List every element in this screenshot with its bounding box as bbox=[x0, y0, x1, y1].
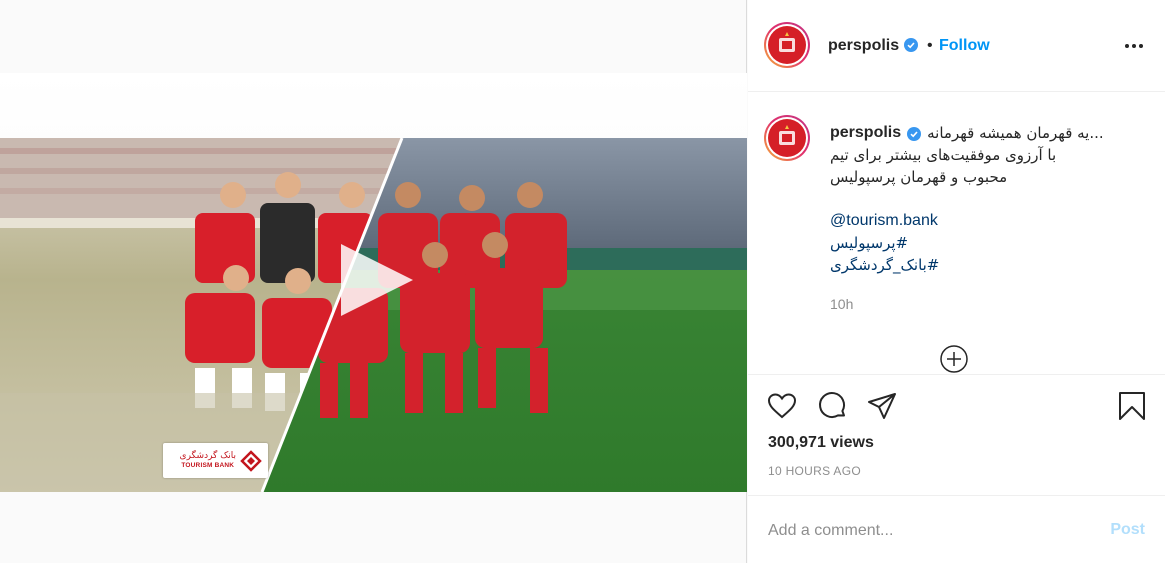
heart-icon[interactable] bbox=[766, 390, 798, 422]
actions-section: 300,971 views 10 HOURS AGO bbox=[748, 376, 1165, 496]
comment-input[interactable] bbox=[768, 519, 1088, 543]
caption-line-3: محبوب و قهرمان پرسپولیس bbox=[830, 168, 1008, 186]
verified-badge-icon bbox=[904, 38, 918, 52]
comment-icon[interactable] bbox=[817, 390, 849, 422]
caption-line-1: ...یه قهرمان همیشه قهرمانه bbox=[927, 124, 1104, 142]
verified-badge-icon bbox=[907, 126, 922, 141]
view-count[interactable]: 300,971 views bbox=[768, 434, 874, 452]
comment-box: Post bbox=[748, 497, 1165, 563]
bank-emblem-icon bbox=[240, 449, 262, 472]
caption-username[interactable]: perspolis bbox=[830, 122, 901, 144]
follow-button[interactable]: Follow bbox=[939, 37, 990, 55]
username[interactable]: perspolis bbox=[828, 37, 899, 55]
mention-link[interactable]: @tourism.bank bbox=[830, 210, 1150, 232]
post-timestamp[interactable]: 10 HOURS AGO bbox=[768, 464, 861, 478]
post-header: perspolis • Follow bbox=[748, 0, 1165, 92]
bank-logo-persian-text: بانک گردشگری bbox=[179, 450, 236, 461]
bookmark-icon[interactable] bbox=[1116, 390, 1148, 422]
tourism-bank-logo: بانک گردشگری TOURISM BANK bbox=[163, 443, 268, 478]
hashtag-link-1[interactable]: #پرسپولیس bbox=[830, 232, 1150, 254]
hashtag-link-2[interactable]: #بانک_گردشگری bbox=[830, 254, 1150, 276]
more-options-icon[interactable] bbox=[1123, 36, 1145, 56]
add-circle-icon[interactable] bbox=[939, 344, 969, 374]
avatar[interactable] bbox=[764, 22, 810, 68]
perspolis-logo bbox=[768, 119, 806, 157]
caption-line-2: با آرزوی موفقیت‌های بیشتر برای تیم bbox=[830, 146, 1057, 164]
caption-section: perspolis ...یه قهرمان همیشه قهرمانه با … bbox=[748, 92, 1165, 375]
post-comment-button[interactable]: Post bbox=[1110, 521, 1145, 539]
bank-logo-english-text: TOURISM BANK bbox=[181, 461, 235, 469]
separator-dot: • bbox=[927, 37, 933, 54]
caption-time[interactable]: 10h bbox=[830, 296, 853, 312]
caption-text: perspolis ...یه قهرمان همیشه قهرمانه با … bbox=[830, 122, 1150, 276]
media-area: بانک گردشگری TOURISM BANK bbox=[0, 0, 747, 563]
play-button[interactable] bbox=[337, 240, 417, 320]
caption-avatar[interactable] bbox=[764, 115, 810, 161]
instagram-post-view: بانک گردشگری TOURISM BANK perspolis • Fo… bbox=[0, 0, 1165, 563]
send-icon[interactable] bbox=[866, 390, 898, 422]
post-side-panel: perspolis • Follow perspolis ...یه قهرما… bbox=[748, 0, 1165, 563]
play-icon bbox=[341, 244, 413, 316]
perspolis-logo bbox=[768, 26, 806, 64]
video-player[interactable]: بانک گردشگری TOURISM BANK bbox=[0, 73, 747, 492]
